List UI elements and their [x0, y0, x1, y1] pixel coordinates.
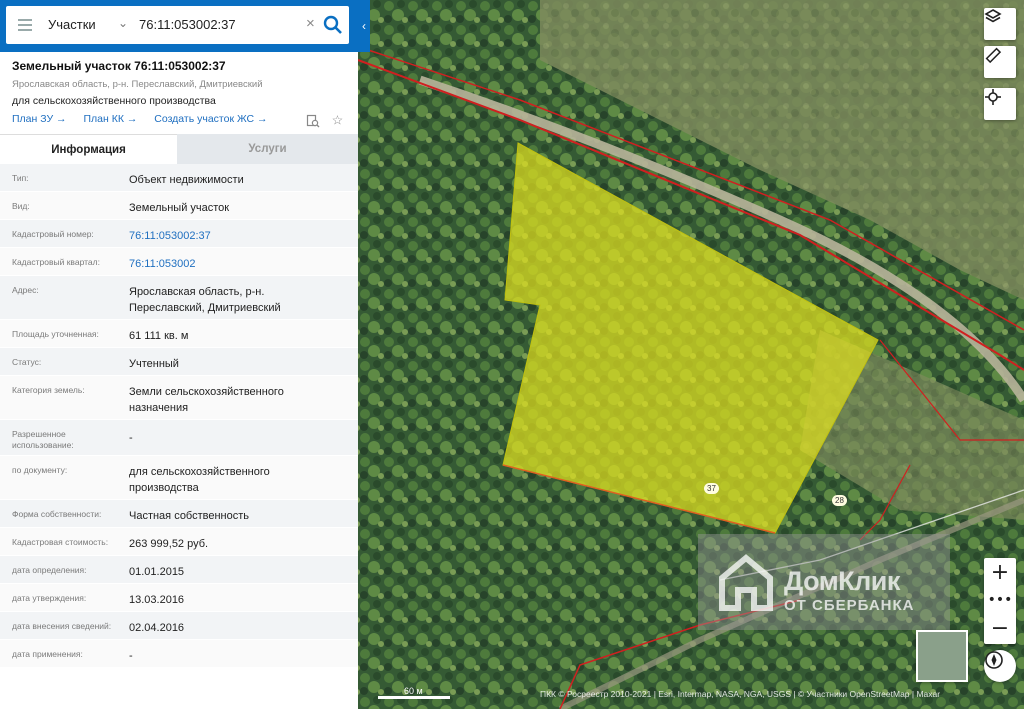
map-attribution: ПКК © Росреестр 2010-2021 | Esri, Interm… [540, 689, 941, 699]
domclick-logo-icon [719, 554, 773, 611]
row-label: дата определения: [12, 565, 87, 575]
tabs: Информация Услуги [0, 134, 358, 164]
table-row: по документу: для сельскохозяйственного п… [0, 456, 358, 500]
plan-kk-link[interactable]: План КК → [83, 113, 137, 125]
zoom-in-button[interactable]: + [984, 558, 1016, 586]
crosshair-icon [985, 89, 1001, 105]
object-address: Ярославская область, р-н. Переславский, … [12, 79, 263, 90]
row-value: 01.01.2015 [129, 566, 185, 578]
compass-icon [985, 651, 1003, 669]
row-label: Тип: [12, 173, 29, 183]
scale-bar [378, 696, 450, 699]
chevron-down-icon[interactable]: ⌄ [118, 16, 128, 30]
row-label: Статус: [12, 357, 42, 367]
watermark-title: ДомКлик [784, 566, 900, 596]
more-icon[interactable]: ••• [984, 586, 1016, 614]
layers-button[interactable] [984, 8, 1016, 40]
search-bar: Участки ⌄ 76:11:053002:37 × [0, 0, 358, 52]
document-search-icon[interactable] [306, 114, 320, 128]
row-label: дата применения: [12, 649, 83, 659]
row-value: Учтенный [129, 358, 179, 370]
compass-button[interactable] [984, 650, 1016, 682]
table-row: Вид: Земельный участок [0, 192, 358, 220]
row-value: 13.03.2016 [129, 594, 185, 606]
plan-zu-link[interactable]: План ЗУ → [12, 113, 67, 125]
search-icon[interactable] [322, 14, 344, 36]
row-label: Разрешенное использование: [12, 429, 74, 450]
info-panel: Участки ⌄ 76:11:053002:37 × Земельный уч… [0, 0, 358, 709]
action-icons: ☆ [306, 112, 343, 129]
clear-icon[interactable]: × [306, 15, 315, 32]
row-label: Вид: [12, 201, 30, 211]
row-label: по документу: [12, 465, 68, 475]
table-row: дата применения: - [0, 640, 358, 668]
row-label: дата внесения сведений: [12, 621, 112, 631]
tab-services[interactable]: Услуги [177, 134, 358, 164]
layers-icon [984, 9, 1002, 23]
zoom-control: + ••• − [984, 558, 1016, 644]
table-row: Разрешенное использование: - [0, 420, 358, 456]
row-label: Адрес: [12, 285, 39, 295]
search-input[interactable]: 76:11:053002:37 [139, 17, 236, 32]
row-value: 02.04.2016 [129, 622, 185, 634]
locate-button[interactable] [984, 88, 1016, 120]
search-box: Участки ⌄ 76:11:053002:37 × [6, 6, 349, 44]
create-parcel-link[interactable]: Создать участок ЖС → [154, 113, 267, 125]
row-value: - [129, 650, 133, 662]
row-value: 263 999,52 руб. [129, 538, 209, 550]
parcel-label-28[interactable]: 28 [832, 495, 847, 506]
row-label: Форма собственности: [12, 509, 102, 519]
parcel-label-37[interactable]: 37 [704, 483, 719, 494]
cadastral-number-link[interactable]: 76:11:053002:37 [129, 228, 349, 244]
row-label: Площадь уточненная: [12, 329, 99, 339]
table-row: дата внесения сведений: 02.04.2016 [0, 612, 358, 640]
table-row: Кадастровый квартал: 76:11:053002 [0, 248, 358, 276]
row-value: Объект недвижимости [129, 174, 244, 186]
row-value: Частная собственность [129, 510, 250, 522]
object-purpose: для сельскохозяйственного производства [12, 95, 216, 107]
info-table: Тип: Объект недвижимости Вид: Земельный уч… [0, 164, 358, 668]
tab-info[interactable]: Информация [0, 134, 177, 164]
cadastral-quarter-link[interactable]: 76:11:053002 [129, 256, 349, 272]
table-row: Кадастровая стоимость: 263 999,52 руб. [0, 528, 358, 556]
zoom-out-button[interactable]: − [984, 614, 1016, 642]
table-row: Форма собственности: Частная собственност… [0, 500, 358, 528]
ruler-icon [985, 47, 1002, 64]
table-row: дата определения: 01.01.2015 [0, 556, 358, 584]
table-row: Статус: Учтенный [0, 348, 358, 376]
watermark: ДомКлик ОТ СБЕРБАНКА [698, 534, 950, 630]
action-links: План ЗУ → План КК → Создать участок ЖС → [12, 113, 282, 125]
category-select[interactable]: Участки [48, 17, 96, 32]
row-value: для сельскохозяйственного производства [129, 466, 270, 494]
watermark-subtitle: ОТ СБЕРБАНКА [784, 597, 915, 614]
mini-map-thumbnail[interactable] [916, 630, 968, 682]
row-value: Земли сельскохозяйственного назначения [129, 386, 284, 414]
table-row: Кадастровый номер: 76:11:053002:37 [0, 220, 358, 248]
row-value: Ярославская область, р-н. Переславский, … [129, 286, 281, 314]
scale-label: 60 м [404, 686, 423, 696]
table-row: дата утверждения: 13.03.2016 [0, 584, 358, 612]
row-value: Земельный участок [129, 202, 230, 214]
menu-icon[interactable] [18, 19, 32, 31]
table-row: Адрес: Ярославская область, р-н. Переслав… [0, 276, 358, 320]
row-value: - [129, 432, 133, 444]
object-title: Земельный участок 76:11:053002:37 [12, 59, 226, 73]
measure-button[interactable] [984, 46, 1016, 78]
row-label: дата утверждения: [12, 593, 87, 603]
row-label: Кадастровая стоимость: [12, 537, 109, 547]
row-value: 61 111 кв. м [129, 330, 189, 342]
row-label: Кадастровый квартал: [12, 257, 100, 267]
table-row: Категория земель: Земли сельскохозяйствен… [0, 376, 358, 420]
table-row: Площадь уточненная: 61 111 кв. м [0, 320, 358, 348]
row-label: Кадастровый номер: [12, 229, 94, 239]
row-label: Категория земель: [12, 385, 85, 395]
collapse-panel-button[interactable]: ‹ [358, 0, 370, 52]
star-icon[interactable]: ☆ [332, 113, 344, 128]
table-row: Тип: Объект недвижимости [0, 164, 358, 192]
